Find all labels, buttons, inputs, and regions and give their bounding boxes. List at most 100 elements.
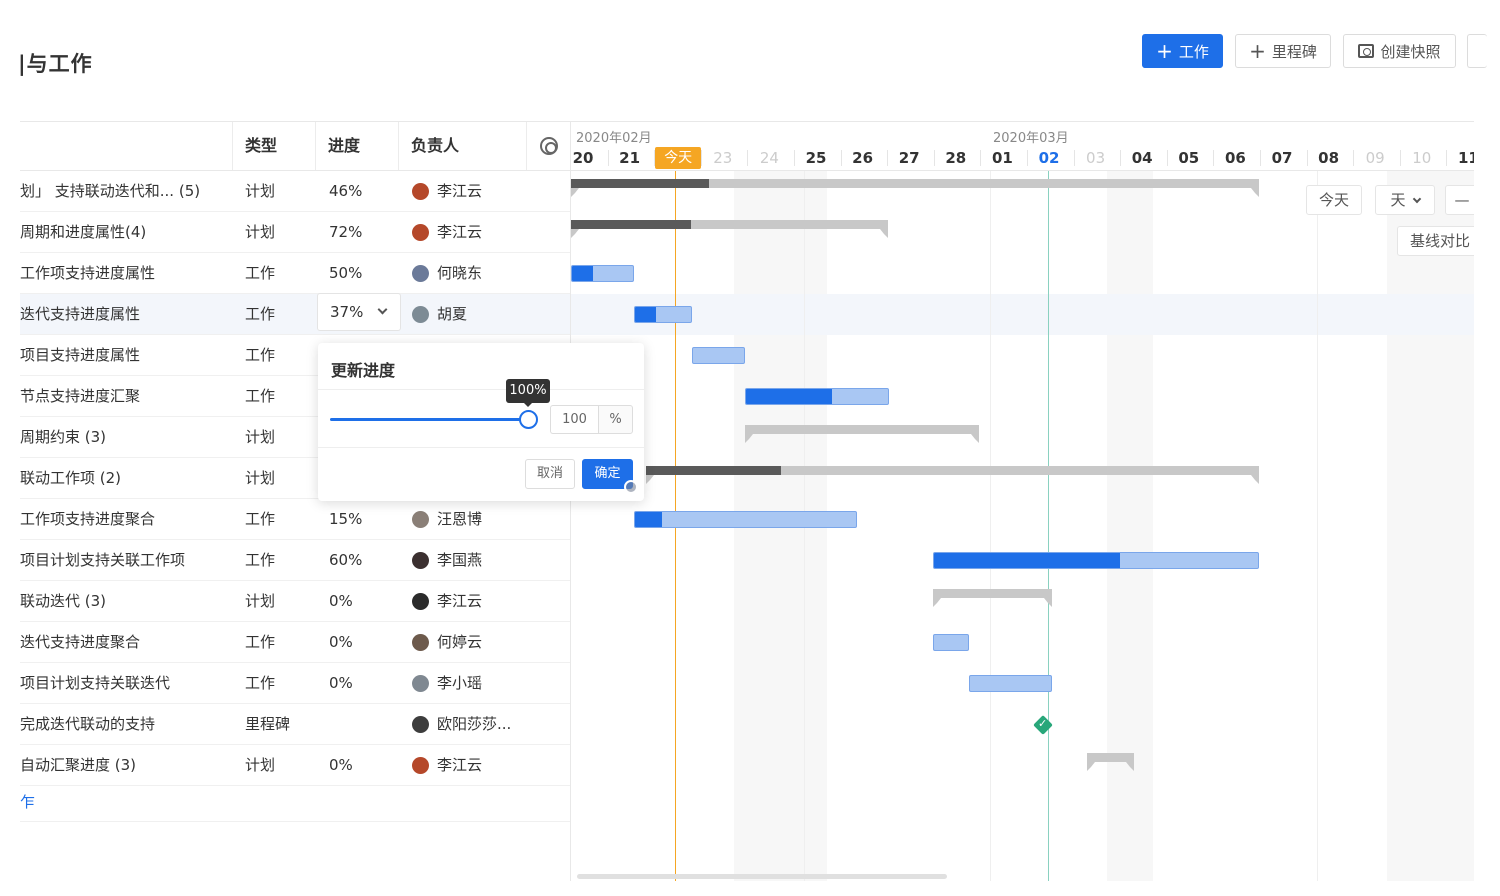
progress-fill [635,511,662,527]
row-progress[interactable]: 72% [329,212,399,252]
row-title[interactable]: 迭代支持进度属性 [20,294,225,334]
row-progress[interactable]: 15% [329,499,399,539]
row-type: 工作 [245,264,276,282]
row-title[interactable]: 项目计划支持关联工作项 [20,540,225,580]
progress-slider[interactable] [330,418,530,421]
gear-icon[interactable] [540,137,558,155]
row-title[interactable]: 项目支持进度属性 [20,335,225,375]
plan-bar[interactable] [646,465,1259,484]
table-row[interactable]: 迭代支持进度聚合 工作 0% 何婷云 [20,622,570,663]
row-title[interactable]: 联动迭代 (3) [20,581,225,621]
time-unit-select[interactable]: 天 [1375,185,1435,215]
add-work-link[interactable]: 乍 [20,791,35,812]
row-title[interactable]: 迭代支持进度聚合 [20,622,225,662]
progress-select[interactable]: 37% [317,293,401,331]
work-bar[interactable] [571,264,634,282]
row-title[interactable]: 划」 支持联动迭代和... (5) [20,171,225,211]
day-label: 05 [1178,149,1200,167]
scroll-to-today-button[interactable]: 今天 [1306,185,1362,215]
row-owner[interactable]: 李国燕 [412,540,552,580]
row-title[interactable]: 周期和进度属性(4) [20,212,225,252]
table-row[interactable]: 周期和进度属性(4) 计划 72% 李江云 [20,212,570,253]
owner-name: 汪恩博 [437,510,483,528]
cancel-button[interactable]: 取消 [525,459,575,489]
row-progress[interactable] [329,704,399,744]
row-owner[interactable]: 李小瑶 [412,663,552,703]
row-title[interactable]: 项目计划支持关联迭代 [20,663,225,703]
row-title[interactable]: 周期约束 (3) [20,417,225,457]
row-title[interactable]: 工作项支持进度属性 [20,253,225,293]
work-bar[interactable] [634,305,692,323]
gantt-timeline-header: 2020年02月 2020年03月 20 21 今天 23 24 25 26 27 28 01 02… [571,121,1474,171]
add-milestone-button[interactable]: + 里程碑 [1235,34,1331,68]
row-title[interactable]: 工作项支持进度聚合 [20,499,225,539]
row-progress[interactable]: 60% [329,540,399,580]
gantt-chart: 2020年02月 2020年03月 20 21 今天 23 24 25 26 27 28 01 02… [570,121,1474,881]
row-owner[interactable]: 欧阳莎莎... [412,704,552,744]
month-label-mar: 2020年03月 [993,131,1069,146]
column-header-owner[interactable]: 负责人 [398,122,526,170]
row-type: 工作 [245,305,276,323]
month-label-feb: 2020年02月 [576,131,652,146]
work-bar[interactable] [933,551,1259,569]
table-row[interactable]: 项目计划支持关联迭代 工作 0% 李小瑶 [20,663,570,704]
plan-bar[interactable] [571,219,888,238]
row-type: 工作 [245,674,276,692]
add-work-button[interactable]: + 工作 [1142,34,1223,68]
row-title[interactable]: 联动工作项 (2) [20,458,225,498]
plan-bar[interactable] [1087,752,1134,771]
row-title[interactable]: 完成迭代联动的支持 [20,704,225,744]
row-progress[interactable]: 0% [329,663,399,703]
day-separator [887,150,889,166]
plan-bar[interactable] [933,588,1052,607]
row-progress[interactable]: 0% [329,745,399,785]
baseline-compare-button[interactable]: 基线对比 [1397,226,1474,256]
row-owner[interactable]: 李江云 [412,212,552,252]
horizontal-scrollbar[interactable] [577,874,947,879]
row-owner[interactable]: 李江云 [412,171,552,211]
add-milestone-label: 里程碑 [1271,42,1317,61]
work-bar[interactable] [634,510,857,528]
progress-number-input[interactable] [550,405,598,434]
zoom-out-button[interactable]: — [1445,185,1474,215]
row-progress[interactable]: 50% [329,253,399,293]
column-header-progress[interactable]: 进度 [315,122,398,170]
row-owner[interactable]: 何婷云 [412,622,552,662]
table-row[interactable]: 自动汇聚进度 (3) 计划 0% 李江云 [20,745,570,786]
plan-bar[interactable] [571,178,1259,197]
create-snapshot-button[interactable]: 创建快照 [1343,34,1456,68]
row-owner[interactable]: 何晓东 [412,253,552,293]
work-bar[interactable] [933,633,969,651]
work-bar[interactable] [745,387,889,405]
row-progress[interactable]: 0% [329,622,399,662]
slider-handle[interactable] [519,410,538,429]
table-row[interactable]: 工作项支持进度聚合 工作 15% 汪恩博 [20,499,570,540]
row-owner[interactable]: 李江云 [412,745,552,785]
work-bar[interactable] [692,346,745,364]
mouse-cursor [624,480,638,494]
table-row[interactable]: 工作项支持进度属性 工作 50% 何晓东 [20,253,570,294]
table-row[interactable]: 完成迭代联动的支持 里程碑 欧阳莎莎... [20,704,570,745]
day-label: 09 [1365,149,1385,167]
day-label: 03 [1086,149,1106,167]
row-progress[interactable]: 46% [329,171,399,211]
table-row[interactable]: 划」 支持联动迭代和... (5) 计划 46% 李江云 [20,171,570,212]
row-title[interactable]: 节点支持进度汇聚 [20,376,225,416]
work-bar[interactable] [969,674,1052,692]
plan-bar[interactable] [745,424,979,443]
avatar [412,592,429,610]
row-owner[interactable]: 胡夏 [412,294,552,334]
row-owner[interactable]: 汪恩博 [412,499,552,539]
page-title: |与工作 [18,52,93,76]
today-badge[interactable]: 今天 [655,147,702,169]
row-title[interactable]: 自动汇聚进度 (3) [20,745,225,785]
more-button[interactable] [1467,34,1487,68]
row-progress[interactable]: 0% [329,581,399,621]
table-row[interactable]: 迭代支持进度属性 工作 胡夏 [20,294,570,335]
column-header-type[interactable]: 类型 [232,122,315,170]
day-separator [1027,150,1028,166]
table-row[interactable]: 项目计划支持关联工作项 工作 60% 李国燕 [20,540,570,581]
owner-name: 李国燕 [437,551,483,569]
row-owner[interactable]: 李江云 [412,581,552,621]
table-row[interactable]: 联动迭代 (3) 计划 0% 李江云 [20,581,570,622]
